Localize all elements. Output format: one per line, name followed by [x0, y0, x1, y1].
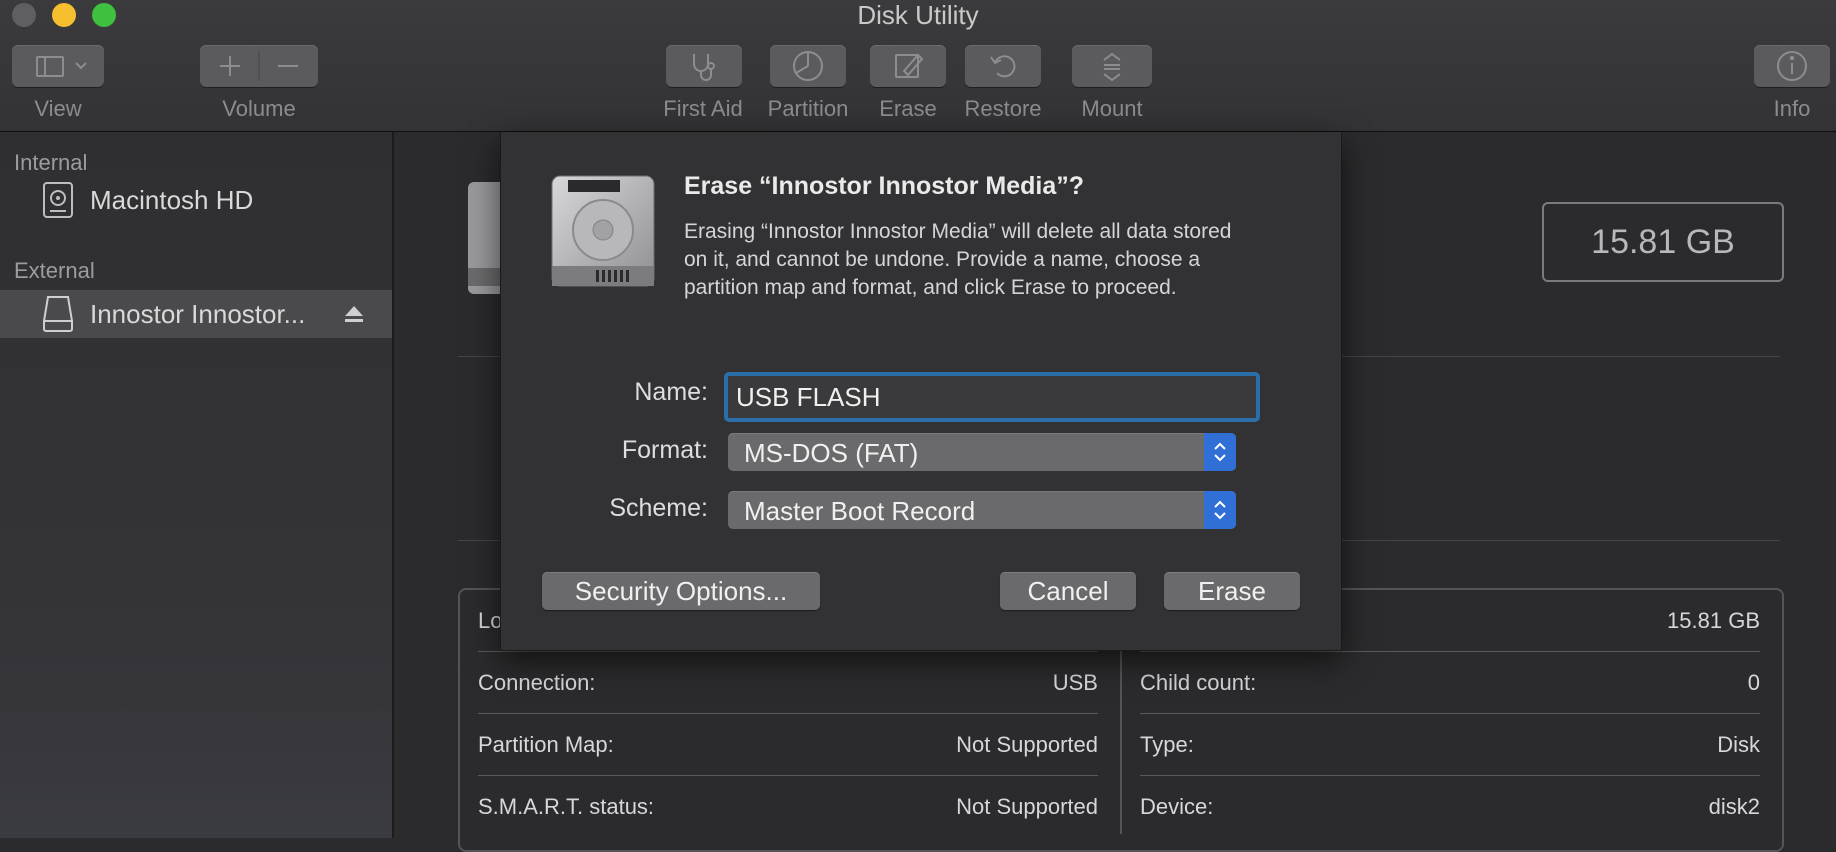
hard-drive-icon: [551, 175, 655, 287]
table-row: S.M.A.R.T. status: Not Supported: [478, 776, 1098, 838]
info-key: Device:: [1140, 794, 1214, 819]
sidebar-item-innostor[interactable]: Innostor Innostor...: [0, 290, 392, 338]
format-label: Format:: [621, 436, 708, 464]
info-value: 15.81 GB: [1667, 608, 1760, 633]
name-input[interactable]: [724, 372, 1260, 422]
internal-disk-icon: [43, 182, 73, 218]
info-value: Not Supported: [956, 794, 1098, 819]
add-volume-button[interactable]: [200, 45, 259, 87]
table-row: Connection: USB: [478, 652, 1098, 714]
sidebar: Internal Macintosh HD External Innostor …: [0, 132, 394, 838]
format-select[interactable]: MS-DOS (FAT): [728, 433, 1236, 471]
view-label: View: [34, 96, 82, 121]
restore-button[interactable]: [965, 45, 1041, 87]
info-key: Lo: [478, 608, 503, 633]
external-disk-icon: [43, 296, 73, 332]
name-label: Name:: [634, 378, 708, 406]
table-row: Type: Disk: [1140, 714, 1760, 776]
remove-volume-button[interactable]: [259, 45, 318, 87]
dialog-message: Erasing “Innostor Innostor Media” will d…: [684, 220, 1232, 299]
table-row: Child count: 0: [1140, 652, 1760, 714]
select-arrows-icon: [1204, 433, 1236, 471]
info-value: Not Supported: [956, 732, 1098, 757]
scheme-label: Scheme:: [609, 494, 708, 522]
partition-button[interactable]: [770, 45, 846, 87]
scheme-select-value: Master Boot Record: [744, 496, 976, 526]
table-row: Partition Map: Not Supported: [478, 714, 1098, 776]
pencil-icon: [895, 53, 924, 78]
sidebar-toggle-icon: [36, 56, 87, 77]
capacity-badge: 15.81 GB: [1542, 202, 1784, 282]
stethoscope-icon: [693, 54, 715, 81]
mount-icon: [1103, 52, 1121, 82]
select-arrows-icon: [1204, 491, 1236, 529]
info-value: 0: [1747, 670, 1760, 695]
info-key: S.M.A.R.T. status:: [478, 794, 655, 819]
info-key: Partition Map:: [478, 732, 614, 757]
sidebar-item-label: Macintosh HD: [90, 184, 254, 215]
info-key: Type:: [1140, 732, 1194, 757]
eject-icon[interactable]: [344, 305, 364, 323]
scheme-select[interactable]: Master Boot Record: [728, 491, 1236, 529]
sidebar-section-external: External: [14, 258, 95, 283]
security-options-button[interactable]: Security Options...: [542, 572, 820, 610]
erase-toolbar-button[interactable]: [870, 45, 946, 87]
volume-label: Volume: [222, 96, 296, 121]
info-icon: [1777, 51, 1807, 81]
info-button[interactable]: [1754, 45, 1830, 87]
view-button[interactable]: [12, 45, 104, 87]
info-value: disk2: [1708, 794, 1760, 819]
info-label: Info: [1773, 96, 1811, 121]
first-aid-button[interactable]: [666, 45, 742, 87]
info-value: USB: [1052, 670, 1098, 695]
format-select-value: MS-DOS (FAT): [744, 438, 919, 468]
table-row: Device: disk2: [1140, 776, 1760, 838]
erase-button[interactable]: Erase: [1164, 572, 1300, 610]
info-key: Connection:: [478, 670, 596, 695]
pie-chart-icon: [793, 51, 823, 81]
sidebar-section-internal: Internal: [14, 150, 88, 175]
sidebar-item-macintosh-hd[interactable]: Macintosh HD: [0, 176, 392, 224]
cancel-button[interactable]: Cancel: [1000, 572, 1136, 610]
restore-arrow-icon: [990, 55, 1016, 78]
mount-label: Mount: [1081, 96, 1143, 121]
sidebar-item-label: Innostor Innostor...: [90, 298, 306, 329]
mount-button[interactable]: [1072, 45, 1152, 87]
dialog-title: Erase “Innostor Innostor Media”?: [684, 172, 1085, 200]
info-key: Child count:: [1140, 670, 1257, 695]
titlebar-toolbar: Disk Utility View Volume First Aid Parti…: [0, 0, 1836, 132]
info-value: Disk: [1717, 732, 1760, 757]
window-title: Disk Utility: [857, 0, 979, 30]
